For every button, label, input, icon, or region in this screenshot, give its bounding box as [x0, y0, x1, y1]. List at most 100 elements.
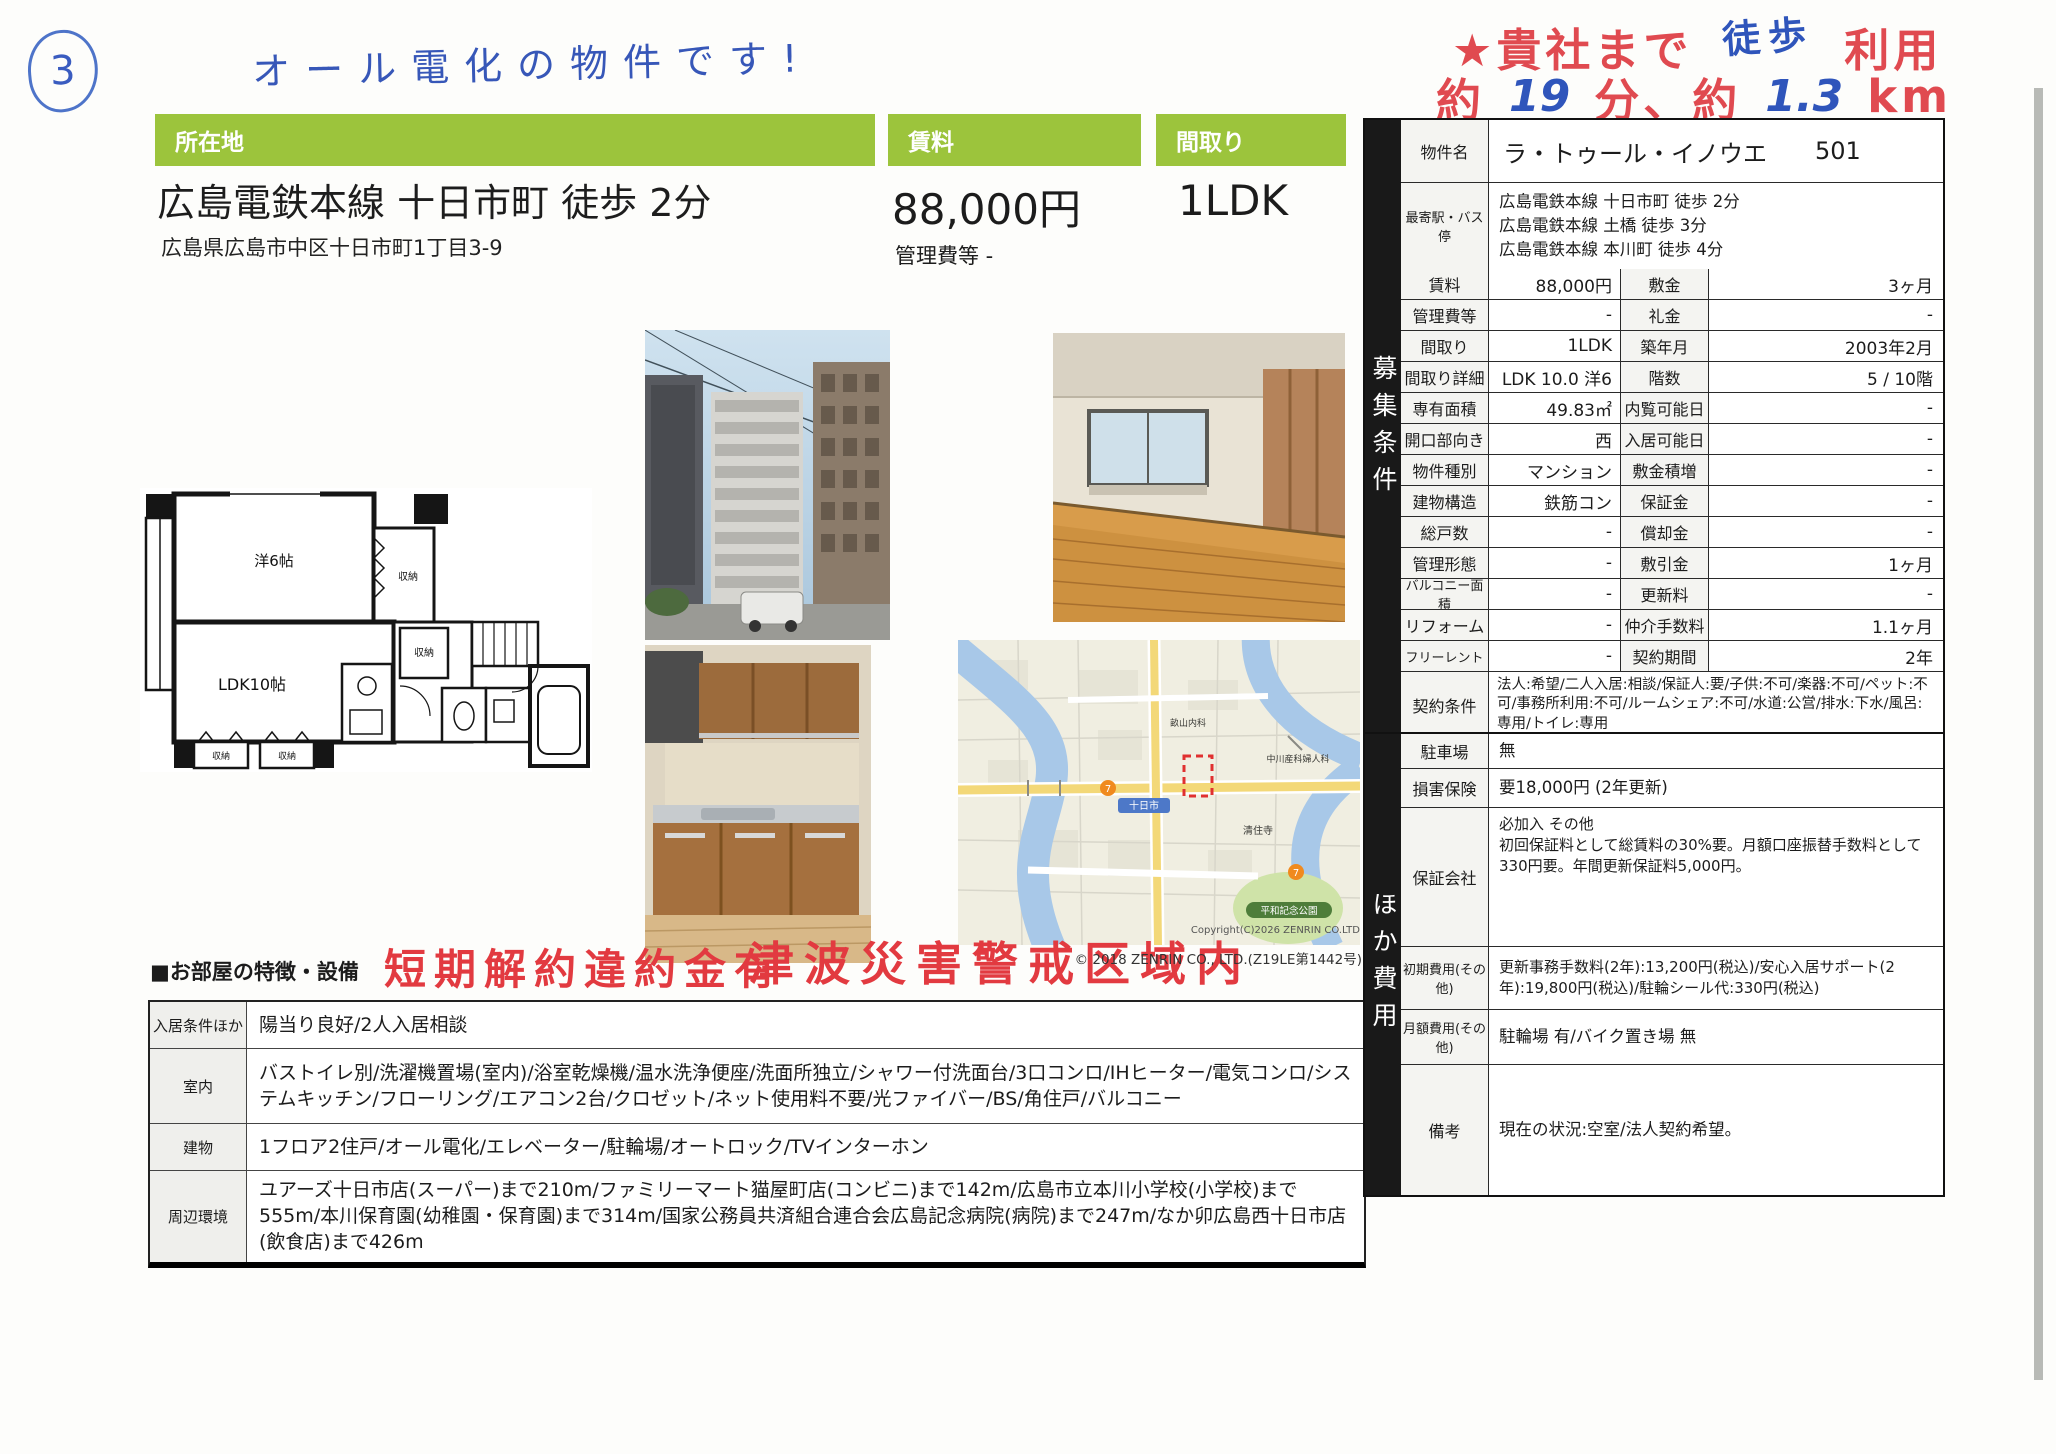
table-row: 管理形態-敷引金1ヶ月 — [1401, 547, 1943, 578]
spec-label: フリーレント — [1401, 641, 1489, 671]
layout-value: 1LDK — [1178, 176, 1288, 225]
floorplan-room-ldk: LDK10帖 — [218, 675, 286, 694]
rent-header-bar: 賃料 — [888, 114, 1141, 166]
handwritten-note-all-electric: オール電化の物件です! — [251, 27, 812, 96]
spec-label: 月額費用(その他) — [1401, 1010, 1489, 1064]
stamp-short-term-penalty: 短期解約違約金有 — [384, 936, 784, 997]
layout-header-bar: 間取り — [1156, 114, 1346, 166]
section-band-other-costs: ほか費用 — [1365, 734, 1401, 1195]
floorplan-closet: 収納 — [414, 646, 434, 659]
table-row: 管理費等-礼金- — [1401, 299, 1943, 330]
table-row: 総戸数-償却金- — [1401, 516, 1943, 547]
spec-label: 階数 — [1621, 362, 1709, 392]
spec-label: 駐車場 — [1401, 734, 1489, 768]
table-row: 開口部向き西入居可能日- — [1401, 423, 1943, 454]
table-row: 室内バストイレ別/洗濯機置場(室内)/浴室乾燥機/温水洗浄便座/洗面所独立/シャ… — [150, 1048, 1364, 1123]
spec-value: 1LDK — [1489, 331, 1621, 361]
kitchen-photo — [645, 645, 871, 963]
spec-label: 建物構造 — [1401, 486, 1489, 516]
spec-label: 入居可能日 — [1621, 424, 1709, 454]
spec-value: - — [1489, 300, 1621, 330]
spec-value: 1ヶ月 — [1709, 548, 1943, 578]
room-interior-photo — [1053, 333, 1345, 622]
map-copyright: © 2018 ZENRIN CO., LTD.(Z19LE第1442号) — [1020, 948, 1362, 968]
spec-label: 損害保険 — [1401, 769, 1489, 807]
spec-label: 物件種別 — [1401, 455, 1489, 485]
spec-label: 内覧可能日 — [1621, 393, 1709, 423]
spec-value: 2年 — [1709, 641, 1943, 671]
spec-label: 敷金積増 — [1621, 455, 1709, 485]
property-flyer-page: 3 オール電化の物件です! ★貴社まで 徒歩 利用 約 19 分、約 1.3 k… — [0, 0, 2056, 1454]
spec-value: 49.83㎡ — [1489, 393, 1621, 423]
feature-label: 周辺環境 — [150, 1171, 247, 1262]
spec-value: 要18,000円 (2年更新) — [1489, 769, 1943, 807]
table-row: 間取り詳細LDK 10.0 洋6階数5 / 10階 — [1401, 361, 1943, 392]
rent-label: 賃料 — [908, 123, 954, 157]
location-header-bar: 所在地 — [155, 114, 875, 166]
table-row: リフォーム-仲介手数料1.1ヶ月 — [1401, 609, 1943, 640]
spec-label: 開口部向き — [1401, 424, 1489, 454]
floorplan-image: 洋6帖 収納 LDK10帖 収納 収納 収納 — [140, 488, 592, 772]
rent-value: 88,000円 — [892, 176, 1081, 237]
spec-label: 築年月 — [1621, 331, 1709, 361]
spec-label: 契約条件 — [1401, 672, 1489, 738]
property-address: 広島県広島市中区十日市町1丁目3-9 — [161, 232, 503, 262]
table-row: 間取り1LDK築年月2003年2月 — [1401, 330, 1943, 361]
feature-value: ユアーズ十日市店(スーパー)まで210m/ファミリーマート猫屋町店(コンビニ)ま… — [247, 1171, 1364, 1262]
features-heading: ■お部屋の特徴・設備 — [150, 956, 359, 986]
map-copyright-small: Copyright(C)2026 ZENRIN CO.LTD — [1100, 925, 1360, 936]
spec-label: 礼金 — [1621, 300, 1709, 330]
section-band-recruitment: 募集条件 — [1365, 120, 1401, 738]
handwritten-minutes: 19 — [1509, 71, 1570, 122]
tram-line-badge: 7 — [1105, 784, 1111, 795]
spec-value: 更新事務手数料(2年):13,200円(税込)/安心入居サポート(2年):19,… — [1489, 947, 1943, 1009]
area-map-image: 7 7 十日市 清住寺 畝山内科 中川産科婦人科 平和記念公園 — [958, 640, 1360, 945]
contract-conditions: 法人:希望/二人入居:相談/保証人:要/子供:不可/楽器:不可/ペット:不可/事… — [1489, 672, 1943, 738]
table-row: 月額費用(その他)駐輪場 有/バイク置き場 無 — [1401, 1009, 1943, 1064]
spec-value: - — [1709, 424, 1943, 454]
map-label-temple: 清住寺 — [1243, 824, 1273, 837]
spec-label: 管理形態 — [1401, 548, 1489, 578]
map-label-clinic: 畝山内科 — [1170, 717, 1206, 729]
feature-label: 入居条件ほか — [150, 1002, 247, 1048]
spec-value: - — [1709, 455, 1943, 485]
recruitment-conditions-table: 募集条件 物件名 ラ・トゥール・イノウエ 501 最寄駅・バス停 広島電鉄本線 … — [1363, 118, 1945, 740]
building-exterior-photo — [645, 330, 890, 640]
property-access-title: 広島電鉄本線 十日市町 徒歩 2分 — [157, 172, 711, 227]
section-band-label: ほか費用 — [1365, 891, 1401, 1039]
station-access-line: 広島電鉄本線 本川町 徒歩 4分 — [1499, 238, 1943, 262]
spec-value: - — [1489, 517, 1621, 547]
page-number: 3 — [49, 48, 76, 95]
spec-value: - — [1489, 579, 1621, 609]
management-fee: 管理費等 - — [895, 240, 993, 270]
spec-value: 1.1ヶ月 — [1709, 610, 1943, 640]
spec-value: - — [1489, 610, 1621, 640]
floorplan-room-western: 洋6帖 — [254, 552, 294, 570]
spec-label: 間取り — [1401, 331, 1489, 361]
table-row: 備考現在の状況:空室/法人契約希望。 — [1401, 1064, 1943, 1195]
section-band-label: 募集条件 — [1365, 355, 1401, 503]
location-label: 所在地 — [175, 123, 244, 157]
spec-value: - — [1709, 300, 1943, 330]
spec-value: - — [1709, 579, 1943, 609]
spec-value: 現在の状況:空室/法人契約希望。 — [1489, 1065, 1943, 1195]
table-row: フリーレント-契約期間2年 — [1401, 640, 1943, 671]
spec-label: 保証会社 — [1401, 808, 1489, 946]
spec-value: - — [1709, 393, 1943, 423]
station-access-line: 広島電鉄本線 土橋 徒歩 3分 — [1499, 214, 1943, 238]
floorplan-closet: 収納 — [278, 750, 296, 762]
spec-label: 物件名 — [1401, 120, 1489, 182]
spec-label: 最寄駅・バス停 — [1401, 183, 1489, 269]
table-row: 入居条件ほか陽当り良好/2人入居相談 — [150, 1002, 1364, 1048]
handwritten-km-value: 1.3 — [1765, 71, 1843, 122]
map-label-hospital: 中川産科婦人科 — [1266, 753, 1329, 765]
table-row: 物件名 ラ・トゥール・イノウエ 501 — [1401, 120, 1943, 182]
table-row: 契約条件 法人:希望/二人入居:相談/保証人:要/子供:不可/楽器:不可/ペット… — [1401, 671, 1943, 738]
spec-value: マンション — [1489, 455, 1621, 485]
table-row: 初期費用(その他)更新事務手数料(2年):13,200円(税込)/安心入居サポー… — [1401, 946, 1943, 1009]
feature-value: 陽当り良好/2人入居相談 — [247, 1002, 1364, 1048]
spec-label: リフォーム — [1401, 610, 1489, 640]
spec-value: - — [1709, 517, 1943, 547]
spec-label: 償却金 — [1621, 517, 1709, 547]
other-costs-table: ほか費用 駐車場無損害保険要18,000円 (2年更新)保証会社必加入 その他 … — [1363, 732, 1945, 1197]
